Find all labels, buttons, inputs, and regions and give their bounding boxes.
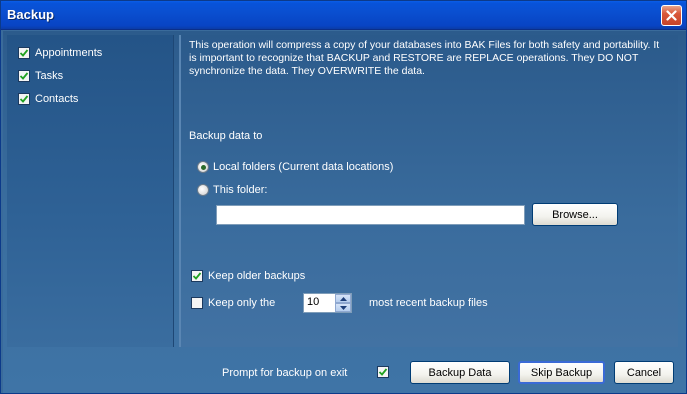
backup-options-panel: This operation will compress a copy of y… — [179, 35, 678, 347]
checkmark-icon — [19, 95, 29, 103]
list-item[interactable]: Tasks — [18, 70, 63, 82]
stepper-up-button[interactable] — [335, 294, 351, 303]
appointments-checkbox[interactable] — [18, 47, 30, 59]
radio-button[interactable] — [197, 161, 209, 173]
backup-data-button[interactable]: Backup Data — [410, 361, 510, 384]
data-type-list: Appointments Tasks Contacts — [7, 35, 174, 347]
keep-count-value[interactable]: 10 — [304, 294, 335, 312]
keep-count-stepper[interactable]: 10 — [303, 293, 352, 313]
list-item[interactable]: Appointments — [18, 47, 102, 59]
chevron-up-icon — [339, 296, 347, 301]
appointments-label: Appointments — [35, 47, 103, 59]
checkmark-icon — [19, 49, 29, 57]
folder-path-input[interactable] — [216, 205, 525, 225]
list-item[interactable]: Contacts — [18, 93, 78, 105]
recent-backups-label: most recent backup files — [369, 297, 488, 309]
close-button[interactable] — [661, 5, 682, 26]
keep-older-checkbox[interactable] — [191, 270, 203, 282]
window-title: Backup — [7, 7, 54, 22]
checkmark-icon — [378, 368, 388, 376]
keep-only-checkbox[interactable] — [191, 297, 203, 309]
keep-older-label: Keep older backups — [208, 270, 306, 282]
prompt-on-exit-checkbox[interactable] — [377, 366, 389, 378]
tasks-label: Tasks — [35, 70, 64, 82]
stepper-down-button[interactable] — [335, 303, 351, 312]
checkmark-icon — [192, 272, 202, 280]
radio-folder-label: This folder: — [213, 184, 268, 196]
title-bar[interactable]: Backup — [1, 1, 686, 30]
radio-selected-dot — [200, 164, 206, 170]
browse-button[interactable]: Browse... — [532, 203, 618, 226]
radio-button[interactable] — [197, 184, 209, 196]
dialog-body: Appointments Tasks Contacts This operati… — [3, 31, 686, 393]
radio-local-label: Local folders (Current data locations) — [213, 161, 394, 173]
backup-dialog: Backup Appointments Tasks Contacts This … — [0, 0, 687, 394]
radio-local-folders[interactable]: Local folders (Current data locations) — [197, 161, 393, 173]
keep-only-option[interactable]: Keep only the — [191, 297, 275, 309]
prompt-on-exit-label: Prompt for backup on exit — [222, 367, 348, 379]
radio-this-folder[interactable]: This folder: — [197, 184, 267, 196]
contacts-label: Contacts — [35, 93, 79, 105]
keep-older-option[interactable]: Keep older backups — [191, 270, 305, 282]
contacts-checkbox[interactable] — [18, 93, 30, 105]
skip-backup-button[interactable]: Skip Backup — [518, 361, 605, 384]
backup-to-label: Backup data to — [189, 130, 263, 142]
chevron-down-icon — [339, 305, 347, 310]
cancel-button[interactable]: Cancel — [614, 361, 674, 384]
close-icon — [666, 10, 677, 21]
backup-description: This operation will compress a copy of y… — [189, 39, 660, 77]
keep-only-label: Keep only the — [208, 297, 276, 309]
stepper-arrows — [335, 294, 351, 312]
tasks-checkbox[interactable] — [18, 70, 30, 82]
checkmark-icon — [19, 72, 29, 80]
